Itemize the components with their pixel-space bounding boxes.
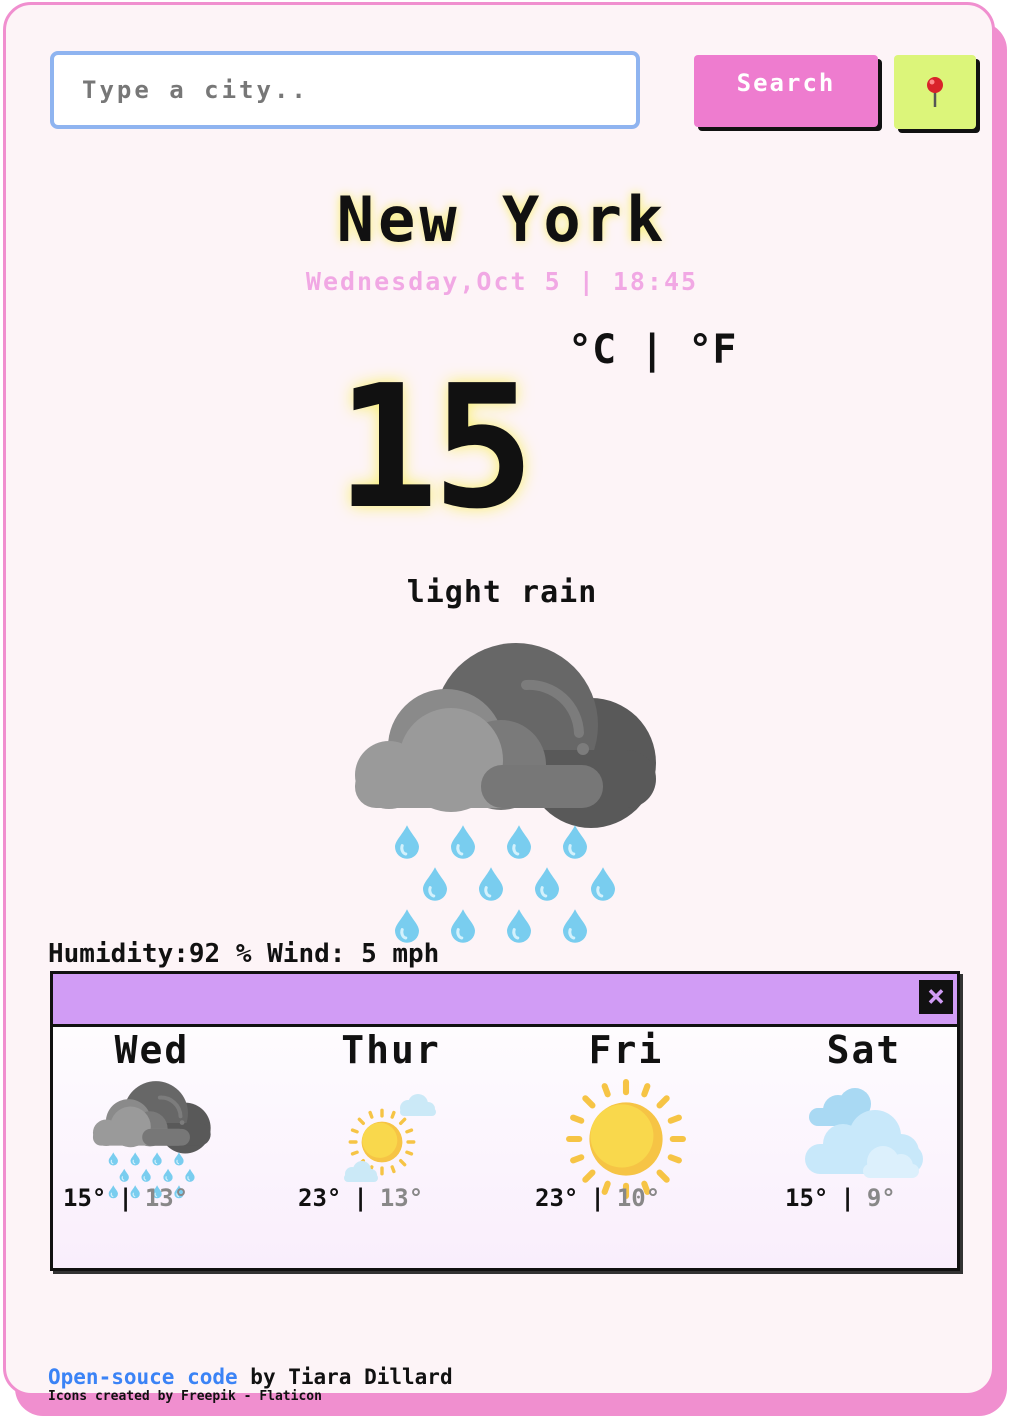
forecast-day-thur: Thur [278,1028,504,1200]
clouds-icon [805,1088,923,1178]
forecast-high: 23° [535,1184,579,1212]
current-location-button[interactable] [894,55,976,129]
weather-description: light rain [406,575,598,610]
search-button[interactable]: Search [694,55,878,127]
city-search-input[interactable] [50,51,640,129]
sun-icon [565,1078,687,1200]
icons-credit: Icons created by Freepik - Flaticon [48,1389,322,1404]
rain-cloud-icon [351,635,661,947]
current-temperature: 15 [336,349,535,547]
forecast-separator: | [590,1184,605,1212]
forecast-temps-thur: 23° | 13° [298,1184,423,1212]
date-time: Wednesday,Oct 5 | 18:45 [305,267,699,296]
weather-card: Search New York Wednesday,Oct 5 | 18:45 … [3,2,995,1404]
forecast-low: 13° [144,1184,189,1212]
fahrenheit-toggle[interactable]: °F [688,327,736,373]
forecast-day-sat: Sat [751,1028,977,1200]
sun-cloud-icon [344,1094,436,1182]
map-pin-icon [927,77,943,107]
forecast-title-bar: × [53,974,957,1027]
forecast-separator: | [353,1184,368,1212]
forecast-day-wed: Wed [39,1028,265,1200]
forecast-temps-fri: 23° | 10° [535,1184,660,1212]
unit-separator: | [640,327,665,373]
forecast-separator: | [840,1184,855,1212]
rain-cloud-icon [91,1078,213,1200]
celsius-toggle[interactable]: °C [568,327,616,373]
forecast-low: 13° [379,1184,424,1212]
forecast-high: 15° [63,1184,107,1212]
forecast-separator: | [118,1184,133,1212]
forecast-day-fri: Fri [513,1028,739,1200]
forecast-day-name: Wed [114,1028,190,1072]
forecast-temps-wed: 15° | 13° [63,1184,188,1212]
open-source-link[interactable]: Open-souce code [48,1365,238,1389]
forecast-day-name: Thur [341,1028,441,1072]
forecast-close-button[interactable]: × [919,980,953,1014]
humidity-wind-stats: Humidity:92 % Wind: 5 mph [48,939,440,969]
author-credit: by Tiara Dillard [237,1365,453,1389]
forecast-temps-sat: 15° | 9° [785,1184,896,1212]
footer-credit: Open-souce code by Tiara Dillard [48,1365,453,1389]
forecast-high: 23° [298,1184,342,1212]
unit-toggle: °C | °F [568,327,736,373]
city-name: New York [336,183,668,256]
forecast-high: 15° [785,1184,829,1212]
forecast-panel: × Wed Thur Fri Sat 15° | 13° 23° | 13° 2… [50,971,960,1271]
forecast-day-name: Fri [588,1028,664,1072]
forecast-low: 9° [866,1184,896,1212]
forecast-low: 10° [616,1184,661,1212]
forecast-day-name: Sat [826,1028,902,1072]
